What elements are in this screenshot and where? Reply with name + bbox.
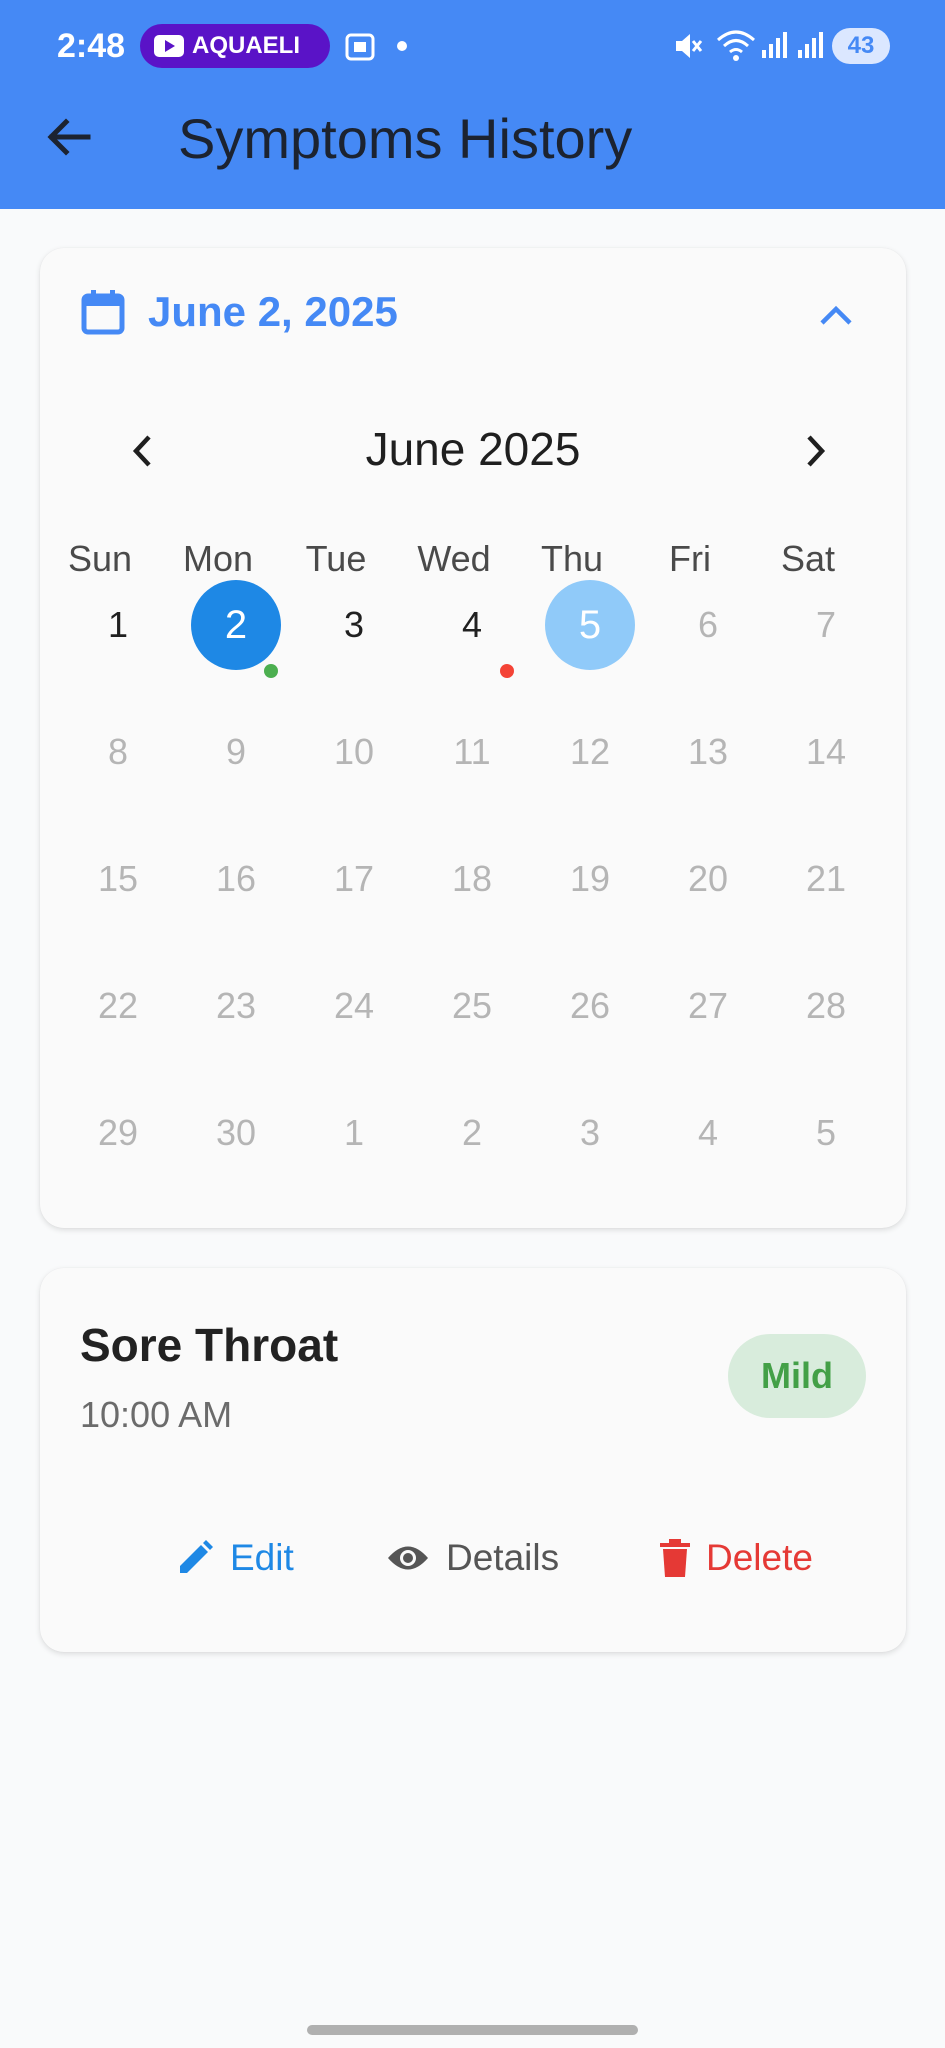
weekday-mon: Mon: [182, 538, 254, 579]
selected-date-label: June 2, 2025: [148, 288, 398, 335]
signal-icon-2: [798, 32, 823, 58]
chevron-up-icon[interactable]: [814, 294, 858, 338]
calendar-day: 24: [333, 985, 375, 1026]
battery-indicator: 43: [832, 28, 890, 64]
wifi-icon: [717, 30, 755, 61]
app-bar: 2:48 AQUAELI 43 Symptoms History: [0, 0, 945, 209]
month-label: June 2025: [365, 423, 581, 475]
weekday-header-row: Sun Mon Tue Wed Thu Fri Sat: [40, 530, 906, 580]
youtube-icon: [154, 35, 184, 57]
calendar-day: 12: [569, 731, 611, 772]
symptom-card[interactable]: Sore Throat 10:00 AM Mild Edit Details D…: [40, 1268, 906, 1652]
calendar-day: 30: [215, 1112, 257, 1153]
symptom-marker-dot: [264, 664, 278, 678]
pencil-icon: [180, 1540, 213, 1573]
calendar-day[interactable]: 1: [73, 580, 163, 670]
calendar-day: 15: [97, 858, 139, 899]
calendar-day: 27: [687, 985, 729, 1026]
mute-icon: [676, 34, 703, 58]
media-app-label: AQUAELI: [192, 32, 300, 59]
calendar-day: 25: [451, 985, 493, 1026]
weekday-tue: Tue: [305, 538, 367, 579]
weekday-sat: Sat: [780, 538, 836, 579]
calendar-day[interactable]: 2: [191, 580, 281, 670]
weekday-wed: Wed: [417, 538, 491, 579]
calendar-day: 28: [805, 985, 847, 1026]
trash-icon: [660, 1539, 690, 1577]
calendar-day[interactable]: 3: [309, 580, 399, 670]
screenshot-icon: [345, 33, 375, 61]
edit-button[interactable]: Edit: [176, 1528, 294, 1588]
calendar-day: 5: [815, 1112, 837, 1153]
details-label: Details: [446, 1537, 560, 1578]
page-title: Symptoms History: [178, 107, 633, 170]
calendar-day: 11: [453, 731, 491, 772]
details-button[interactable]: Details: [386, 1528, 559, 1588]
weekday-thu: Thu: [540, 538, 604, 579]
edit-label: Edit: [230, 1537, 294, 1578]
calendar-card: June 2, 2025 June 2025 Sun Mon Tue Wed Thu Fr…: [40, 248, 906, 1228]
notification-dot-icon: [397, 41, 407, 51]
calendar-day: 23: [215, 985, 257, 1026]
calendar-day: 10: [333, 731, 375, 772]
eye-icon: [388, 1546, 428, 1570]
calendar-day: 8: [107, 731, 129, 772]
symptom-name: Sore Throat: [80, 1319, 339, 1371]
symptom-marker-dot: [500, 664, 514, 678]
calendar-day: 1: [343, 1112, 365, 1153]
calendar-day: 13: [687, 731, 729, 772]
home-indicator[interactable]: [307, 2025, 638, 2035]
calendar-day: 19: [569, 858, 611, 899]
delete-button[interactable]: Delete: [660, 1528, 813, 1588]
weekday-sun: Sun: [67, 538, 133, 579]
calendar-icon: [81, 290, 125, 335]
chevron-right-icon[interactable]: [792, 428, 838, 474]
status-bar: 2:48 AQUAELI 43: [0, 0, 945, 95]
calendar-day: 16: [215, 858, 257, 899]
symptom-time: 10:00 AM: [80, 1394, 233, 1435]
calendar-day: 18: [451, 858, 493, 899]
calendar-day: 3: [579, 1112, 601, 1153]
calendar-day[interactable]: 5: [545, 580, 635, 670]
calendar-day: 20: [687, 858, 729, 899]
calendar-day: 17: [333, 858, 375, 899]
calendar-header[interactable]: June 2, 2025: [80, 288, 398, 336]
calendar-day: 21: [805, 858, 847, 899]
calendar-day: 6: [697, 604, 719, 645]
calendar-day: 22: [97, 985, 139, 1026]
status-time: 2:48: [57, 27, 126, 65]
calendar-day: 7: [815, 604, 837, 645]
weekday-fri: Fri: [669, 538, 711, 579]
calendar-day[interactable]: 4: [427, 580, 517, 670]
calendar-day: 2: [461, 1112, 483, 1153]
calendar-day: 4: [697, 1112, 719, 1153]
severity-badge: Mild: [728, 1334, 866, 1418]
calendar-day: 26: [569, 985, 611, 1026]
calendar-day: 9: [225, 731, 247, 772]
delete-label: Delete: [706, 1537, 813, 1578]
signal-icon-1: [762, 32, 787, 58]
month-navigation: June 2025: [40, 416, 906, 486]
calendar-day: 14: [805, 731, 847, 772]
media-notification-pill[interactable]: AQUAELI: [140, 24, 330, 68]
calendar-day: 29: [97, 1112, 139, 1153]
back-arrow-icon[interactable]: [44, 112, 94, 162]
calendar-day-grid: 1 2 3 4 5 6 7 8 9 10 11 12 13 14 15 16 17 18 19 20 21 22 23 24 2…: [40, 580, 906, 1220]
